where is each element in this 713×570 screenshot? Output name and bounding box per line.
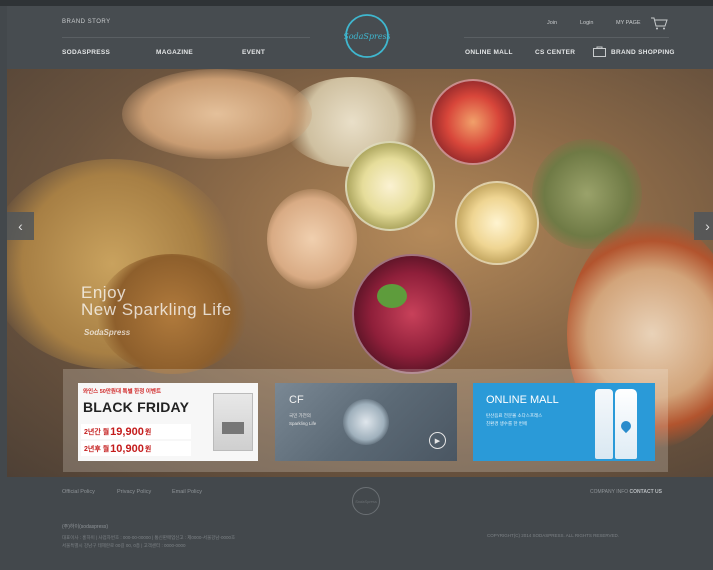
cf-subtitle-1: 국민 가전의 [289,413,311,418]
bf-row1-prefix: 2년간 월 [84,428,110,436]
promo-banner-strip: 와인스 50만원대 특별 한정 이벤트 BLACK FRIDAY 2년간 월 1… [63,369,668,472]
header-divider-right [464,37,669,38]
bf-title: BLACK FRIDAY [83,399,190,415]
footer-copyright: COPYRIGHT(C) 2014 SODASPRESS. ALL RIGHTS… [487,533,620,538]
main-nav-left: SODASPRESS MAGAZINE EVENT [62,49,265,56]
hero-headline-line2: New Sparkling Life [81,300,232,319]
play-icon: ▶ [434,437,441,445]
slider-prev-button[interactable]: ‹ [7,212,34,240]
login-link[interactable]: Login [580,20,593,26]
cf-banner[interactable]: CF 국민 가전의 Sparkling Life ▶ [275,383,457,461]
glass-orange [430,79,516,165]
play-button[interactable]: ▶ [429,432,446,449]
water-bottle-image-2 [615,389,637,459]
logo-text: SodaSpress [344,32,390,41]
cf-title: CF [289,394,304,406]
header-divider-left [62,37,310,38]
glass-lemon [345,141,435,231]
mint-leaf [377,284,407,308]
online-mall-title: ONLINE MALL [486,394,559,406]
water-splash-image [343,399,389,445]
site-footer: Official Policy Privacy Policy Email Pol… [7,477,713,570]
nav-item-cs-center[interactable]: CS CENTER [535,49,575,56]
footer-contact-link[interactable]: CONTACT US [630,489,662,495]
glass-lime [455,181,539,265]
nav-item-magazine[interactable]: MAGAZINE [156,49,242,56]
slider-next-button[interactable]: › [694,212,713,240]
bf-price-row-1: 2년간 월 19,900 원 [81,424,191,439]
join-link[interactable]: Join [547,20,557,26]
bf-row2-suffix: 원 [144,445,152,453]
site-header: BRAND STORY SODASPRESS MAGAZINE EVENT So… [7,6,713,69]
my-page-link[interactable]: MY PAGE [616,20,641,26]
nav-item-sodaspress[interactable]: SODASPRESS [62,49,156,56]
bf-row1-price: 19,900 [110,425,144,438]
online-mall-subtitle-1: 탄산음료 전문몰 소다스프레스 [486,413,543,418]
cart-icon[interactable] [650,16,668,30]
footer-link-privacy-policy[interactable]: Privacy Policy [117,489,172,495]
footer-link-official-policy[interactable]: Official Policy [62,489,117,495]
nav-item-event[interactable]: EVENT [242,49,265,56]
footer-logo: SodaSpress [352,487,380,515]
footer-link-email-policy[interactable]: Email Policy [172,489,202,495]
black-friday-banner[interactable]: 와인스 50만원대 특별 한정 이벤트 BLACK FRIDAY 2년간 월 1… [78,383,258,461]
chevron-right-icon: › [705,218,710,234]
footer-company-info-link[interactable]: COMPANY INFO [590,489,628,495]
water-bottle-image-1 [595,389,613,459]
hero-slider: Enjoy New Sparkling Life SodaSpress ‹ › … [7,69,713,477]
footer-address-line-1: 대표이사 : 홍하이 | 사업자번호 : 000-00-00000 | 통신판매… [62,535,236,540]
cf-subtitle-2: Sparkling Life [289,421,317,426]
bf-row2-price: 10,900 [110,442,144,455]
nav-item-online-mall[interactable]: ONLINE MALL [465,49,513,56]
page: BRAND STORY SODASPRESS MAGAZINE EVENT So… [0,0,713,570]
footer-address-line-2: 서울특별시 강남구 테헤란로 00길 00, 0층 | 고객센터 : 0000-… [62,543,186,548]
chevron-left-icon: ‹ [18,218,23,234]
arm-left [122,69,312,159]
footer-company-name: (주)하이(sodaspress) [62,524,109,530]
bf-price-row-2: 2년후 월 10,900 원 [81,441,191,456]
glass-berry [352,254,472,374]
bf-event-caption: 와인스 50만원대 특별 한정 이벤트 [83,389,162,395]
hand [267,189,357,289]
hero-brand-mark: SodaSpress [84,328,131,337]
sodaspress-logo[interactable]: SodaSpress [344,13,390,59]
brand-story-link[interactable]: BRAND STORY [62,19,111,25]
online-mall-subtitle-2: 친환경 생수를 한 번에 [486,421,528,426]
nav-item-brand-shopping[interactable]: BRAND SHOPPING [611,49,675,56]
footer-links: Official Policy Privacy Policy Email Pol… [62,489,202,495]
bf-row1-suffix: 원 [144,428,152,436]
soda-machine-image [213,393,253,451]
footer-contact: COMPANY INFO CONTACT US [590,489,662,495]
online-mall-banner[interactable]: ONLINE MALL 탄산음료 전문몰 소다스프레스 친환경 생수를 한 번에 [473,383,655,461]
bf-row2-prefix: 2년후 월 [84,445,110,453]
shopping-bag-icon [593,46,606,57]
